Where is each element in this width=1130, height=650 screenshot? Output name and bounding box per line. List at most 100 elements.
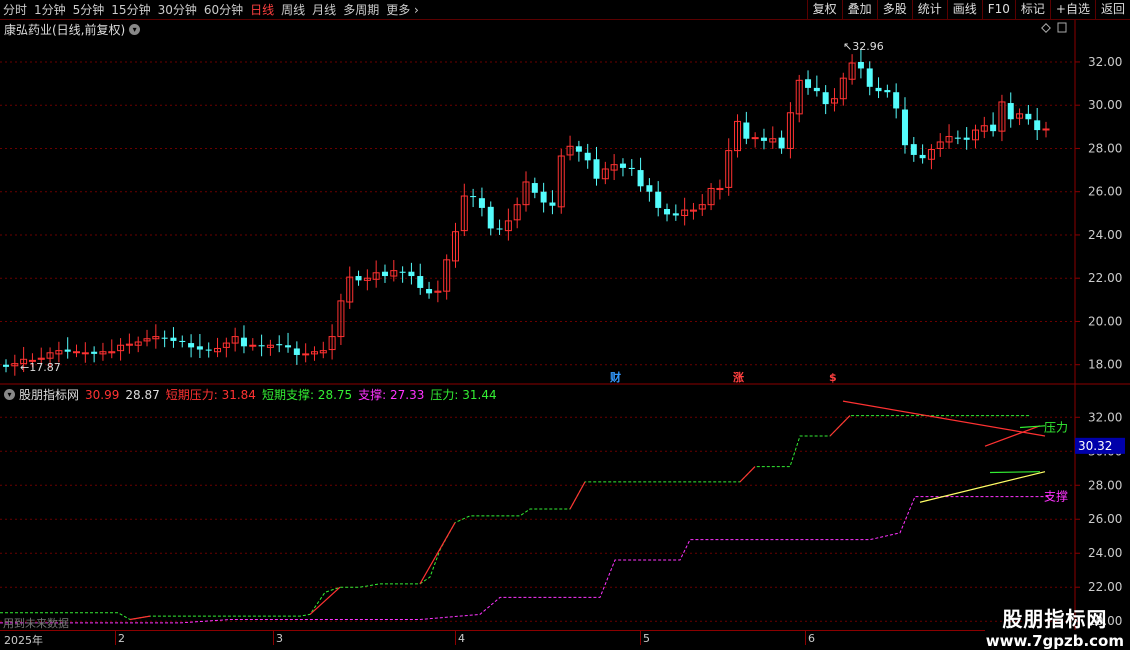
candle-body-down (778, 137, 785, 149)
candle-body-up (249, 344, 257, 347)
indicator-support: 支撑: 27.33 (358, 388, 425, 402)
resist-rise-segment (129, 615, 151, 621)
event-marker: 涨 (733, 370, 744, 384)
candle-body-down (893, 92, 900, 109)
indicator-name: 股朋指标网 (19, 388, 80, 402)
candle-body-down (584, 152, 591, 161)
candle-body-down (813, 87, 820, 92)
date-tick (640, 631, 641, 645)
candle-body-down (743, 122, 750, 139)
candle-body-down (487, 206, 494, 229)
watermark-url: www.7gpzb.com (985, 632, 1124, 650)
watermark: 股朋指标网 www.7gpzb.com (986, 603, 1124, 650)
candle-body-down (884, 90, 891, 93)
candle-body-down (1034, 120, 1041, 131)
candle-body-down (285, 345, 292, 348)
candle-body-down (954, 137, 961, 139)
support-trend-line (989, 471, 1041, 474)
candle-body-down (875, 87, 882, 92)
candle-body-down (417, 276, 424, 288)
indicator-axis-label: 32.00 (1088, 410, 1122, 424)
support-line (0, 496, 1050, 624)
event-marker: $ (829, 371, 837, 384)
watermark-cn: 股朋指标网 (1002, 607, 1108, 631)
candle-body-down (240, 337, 247, 347)
indicator-axis-label: 22.00 (1088, 580, 1122, 594)
candle-body-down (619, 163, 626, 168)
candle-body-down (760, 137, 767, 141)
support-trend-line (919, 471, 1046, 503)
candle-body-down (496, 228, 503, 230)
date-tick (455, 631, 456, 645)
indicator-short-resist: 短期压力: 31.84 (165, 388, 256, 402)
current-value: 30.32 (1078, 439, 1112, 453)
candle-body-up (302, 353, 310, 356)
indicator-header: ▾ 股朋指标网 30.99 28.87 短期压力: 31.84 短期支撑: 28… (4, 386, 503, 403)
resist-rise-segment (829, 415, 851, 437)
candle-body-down (470, 196, 477, 198)
candle-body-down (196, 346, 203, 350)
price-axis-label: 22.00 (1088, 271, 1122, 285)
price-axis-label: 18.00 (1088, 358, 1122, 372)
resist-rise-segment (569, 481, 586, 510)
candle-body-down (355, 276, 362, 281)
candle-body-down (381, 271, 388, 277)
indicator-v2: 28.87 (125, 387, 160, 402)
price-axis-label: 26.00 (1088, 185, 1122, 199)
date-label: 4 (458, 632, 465, 645)
candle-body-down (990, 124, 997, 132)
indicator-short-support: 短期支撑: 28.75 (261, 388, 353, 402)
candle-body-down (258, 345, 265, 347)
candle-body-down (64, 349, 71, 352)
candle-body-down (549, 202, 556, 206)
resist-rise-segment (309, 586, 341, 615)
candle-body-down (655, 191, 662, 208)
candle-body-up (751, 137, 759, 140)
indicator-v1: 30.99 (85, 387, 120, 402)
candle-body-down (540, 191, 547, 203)
panel-icon (1057, 22, 1067, 33)
date-label: 2025年 (4, 634, 43, 647)
candle-body-down (426, 289, 433, 294)
candle-body-down (293, 348, 300, 355)
price-axis-label: 20.00 (1088, 314, 1122, 328)
indicator-axis-label: 28.00 (1088, 478, 1122, 492)
candle-body-down (866, 68, 873, 87)
candle-body-down (161, 337, 168, 339)
diamond-icon (1041, 23, 1051, 33)
short-resist-line (0, 415, 1030, 621)
candle-body-down (805, 79, 812, 88)
resist-trend-line (842, 400, 1046, 437)
price-axis-label: 32.00 (1088, 55, 1122, 69)
candle-body-down (1025, 113, 1032, 120)
candle-body-up (1042, 128, 1050, 131)
price-axis-label: 30.00 (1088, 98, 1122, 112)
chart-canvas: 32.00 30.00 28.00 26.00 24.00 22.00 20.00 18.00… (0, 20, 1130, 630)
date-tick (805, 631, 806, 645)
candle-body-down (575, 146, 582, 152)
candle-body-down (276, 344, 283, 346)
candle-body-down (822, 92, 829, 105)
chevron-down-icon[interactable]: ▾ (4, 389, 15, 400)
candle-body-down (919, 154, 926, 159)
candle-body-down (408, 271, 415, 277)
candle-body-down (628, 167, 635, 169)
candle-body-down (205, 349, 212, 351)
candle-body-down (901, 109, 908, 146)
indicator-axis-label: 24.00 (1088, 546, 1122, 560)
label-resist: 压力 (1044, 420, 1068, 434)
price-axis-label: 28.00 (1088, 141, 1122, 155)
candle-body-down (910, 144, 917, 155)
date-label: 6 (808, 632, 815, 645)
high-label: ↖32.96 (843, 40, 884, 53)
date-tick (273, 631, 274, 645)
price-axis-label: 24.00 (1088, 228, 1122, 242)
candle-body-down (672, 213, 679, 216)
candle-body-down (531, 183, 538, 193)
future-data-hint: 用到未来数据 (3, 617, 69, 630)
label-support: 支撑 (1044, 489, 1068, 504)
candle-body-down (963, 137, 970, 140)
resist-trend-line (1019, 425, 1046, 429)
date-label: 2 (118, 632, 125, 645)
resist-trend-line (984, 425, 1041, 447)
